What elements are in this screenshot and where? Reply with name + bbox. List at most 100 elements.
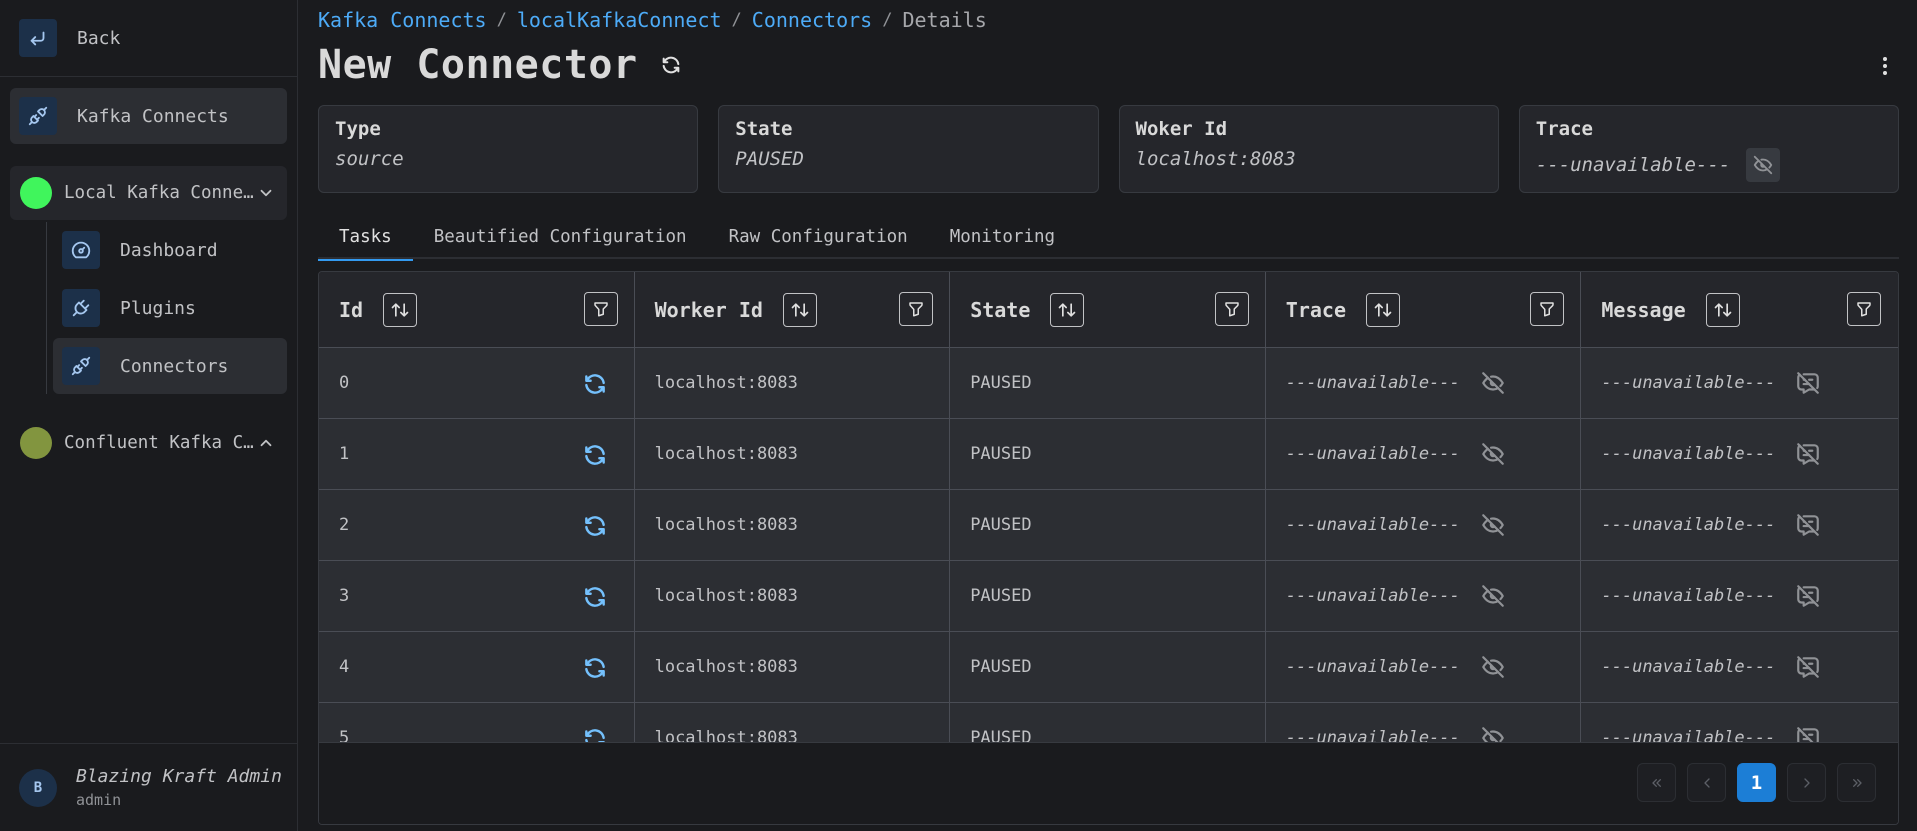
eye-off-icon[interactable]: [1480, 512, 1506, 538]
sort-button[interactable]: [1366, 292, 1400, 327]
eye-off-icon[interactable]: [1480, 370, 1506, 396]
task-id: 2: [339, 515, 350, 535]
cell-state: PAUSED: [950, 561, 1266, 631]
dashboard-icon: [62, 231, 100, 269]
message-off-icon[interactable]: [1795, 441, 1821, 467]
status-dot: [20, 427, 52, 459]
chevron-up-icon: [260, 439, 272, 447]
chevrons-left-icon: [1651, 778, 1661, 787]
restart-task-icon[interactable]: [582, 655, 608, 681]
breadcrumb-link-kafka-connects[interactable]: Kafka Connects: [318, 8, 487, 32]
restart-task-icon[interactable]: [582, 371, 608, 397]
filter-button[interactable]: [1846, 292, 1881, 326]
user-name: Blazing Kraft Admin: [76, 766, 282, 787]
table-row: 1 localhost:8083 PAUSED ---unavailable--- --…: [319, 419, 1898, 490]
card-title: Trace: [1535, 118, 1593, 140]
table-footer: 1: [319, 742, 1898, 824]
show-trace-button[interactable]: [1746, 148, 1781, 182]
eye-off-icon: [1754, 155, 1773, 175]
eye-off-icon[interactable]: [1480, 654, 1506, 680]
back-button[interactable]: Back: [0, 0, 297, 77]
breadcrumb-link-local-kafka-connect[interactable]: localKafkaConnect: [517, 8, 722, 32]
tab-beautified-configuration[interactable]: Beautified Configuration: [413, 215, 708, 259]
last-page-button[interactable]: [1837, 763, 1876, 802]
info-card-state: State PAUSED: [718, 105, 1099, 193]
cell-state: PAUSED: [950, 490, 1266, 560]
worker-id: localhost:8083: [654, 586, 798, 606]
sidebar-item-dashboard[interactable]: Dashboard: [53, 222, 287, 278]
page-button-current[interactable]: 1: [1737, 763, 1776, 802]
tab-raw-configuration[interactable]: Raw Configuration: [708, 215, 929, 259]
message-off-icon[interactable]: [1795, 654, 1821, 680]
card-title: Woker Id: [1135, 118, 1228, 140]
plug-icon: [62, 289, 100, 327]
column-header-label: Trace: [1285, 297, 1346, 322]
tabs: Tasks Beautified Configuration Raw Confi…: [318, 215, 1899, 261]
breadcrumb-current: Details: [902, 8, 987, 32]
sidebar-item-plugins[interactable]: Plugins: [53, 280, 287, 336]
filter-icon: [593, 302, 608, 317]
tab-monitoring[interactable]: Monitoring: [929, 215, 1076, 259]
cell-message: ---unavailable---: [1581, 632, 1897, 702]
cell-trace: ---unavailable---: [1266, 348, 1582, 418]
table-body: 0 localhost:8083 PAUSED ---unavailable--- --…: [319, 348, 1898, 744]
task-id: 3: [339, 586, 350, 606]
cell-state: PAUSED: [950, 348, 1266, 418]
message-off-icon[interactable]: [1795, 512, 1821, 538]
message-off-icon[interactable]: [1795, 370, 1821, 396]
sidebar-item-connectors[interactable]: Connectors: [53, 338, 287, 394]
task-state: PAUSED: [970, 657, 1032, 677]
message-off-icon[interactable]: [1795, 583, 1821, 609]
chevrons-right-icon: [1852, 778, 1862, 787]
restart-task-icon[interactable]: [582, 584, 608, 610]
more-vertical-icon[interactable]: [1873, 54, 1897, 78]
sidebar: Back Kafka Connects Local Kafka Connect …: [0, 0, 298, 831]
cell-trace: ---unavailable---: [1266, 561, 1582, 631]
task-message: ---unavailable---: [1601, 373, 1776, 393]
app-root: Back Kafka Connects Local Kafka Connect …: [0, 0, 1917, 831]
next-page-button[interactable]: [1787, 763, 1826, 802]
breadcrumb-separator: /: [496, 10, 507, 30]
breadcrumb-separator: /: [731, 10, 742, 30]
restart-task-icon[interactable]: [582, 442, 608, 468]
user-profile[interactable]: B Blazing Kraft Admin admin: [0, 743, 297, 831]
restart-task-icon[interactable]: [582, 513, 608, 539]
sort-button[interactable]: [1050, 292, 1085, 327]
refresh-icon[interactable]: [660, 54, 682, 76]
column-header-label: State: [970, 297, 1031, 322]
sort-button[interactable]: [782, 292, 817, 327]
main-content: Kafka Connects / localKafkaConnect / Con…: [298, 0, 1917, 831]
sidebar-item-kafka-connects[interactable]: Kafka Connects: [10, 88, 287, 144]
cell-message: ---unavailable---: [1581, 703, 1897, 744]
task-message: ---unavailable---: [1601, 444, 1776, 464]
sort-button[interactable]: [1705, 292, 1740, 327]
cell-trace: ---unavailable---: [1266, 490, 1582, 560]
task-state: PAUSED: [970, 444, 1032, 464]
card-title: State: [735, 118, 793, 140]
filter-icon: [909, 302, 923, 317]
filter-button[interactable]: [899, 292, 934, 326]
filter-button[interactable]: [583, 292, 618, 326]
card-value: source: [335, 148, 404, 170]
sidebar-subnav: Dashboard Plugins Connectors: [46, 222, 297, 394]
filter-button[interactable]: [1530, 292, 1565, 326]
first-page-button[interactable]: [1637, 763, 1676, 802]
filter-button[interactable]: [1214, 292, 1249, 326]
sidebar-group-confluent-kafka-connect[interactable]: Confluent Kafka Connect: [10, 416, 287, 470]
prev-page-button[interactable]: [1687, 763, 1726, 802]
worker-id: localhost:8083: [654, 657, 798, 677]
eye-off-icon[interactable]: [1480, 441, 1506, 467]
breadcrumb-link-connectors[interactable]: Connectors: [752, 8, 872, 32]
chevron-down-icon: [260, 189, 272, 197]
sort-button[interactable]: [383, 292, 418, 327]
task-trace: ---unavailable---: [1285, 657, 1460, 677]
tab-tasks[interactable]: Tasks: [318, 215, 413, 261]
task-trace: ---unavailable---: [1285, 444, 1460, 464]
eye-off-icon[interactable]: [1480, 583, 1506, 609]
page-title: New Connector: [318, 42, 638, 88]
sort-icon: [1714, 302, 1732, 317]
table-scroll-area[interactable]: Id Worker Id State Trace Message 0 local…: [319, 272, 1898, 744]
sidebar-group-local-kafka-connect[interactable]: Local Kafka Connect: [10, 166, 287, 220]
task-trace: ---unavailable---: [1285, 515, 1460, 535]
sidebar-group-label: Confluent Kafka Connect: [64, 433, 257, 453]
